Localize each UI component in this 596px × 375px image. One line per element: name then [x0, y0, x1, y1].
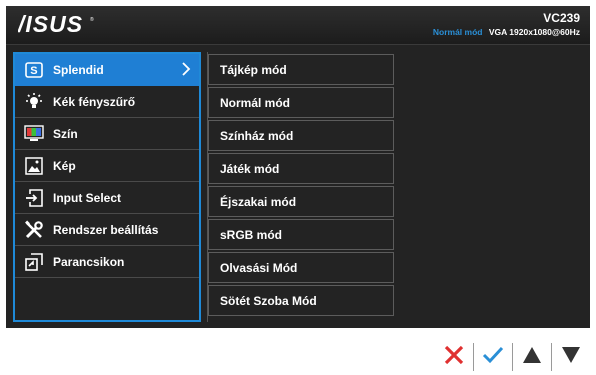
menu-item-shortcut[interactable]: Parancsikon: [15, 246, 199, 278]
menu-item-label: Input Select: [53, 190, 122, 205]
submenu-item-theater-mode[interactable]: Színház mód: [208, 120, 394, 151]
tools-icon: [23, 219, 45, 241]
shortcut-icon: [23, 251, 45, 273]
submenu-item-reading-mode[interactable]: Olvasási Mód: [208, 252, 394, 283]
submenu-item-scenery-mode[interactable]: Tájkép mód: [208, 54, 394, 85]
bulb-icon: [23, 91, 45, 113]
menu-item-blue-light-filter[interactable]: Kék fényszűrő: [15, 86, 199, 118]
menu-item-label: Parancsikon: [53, 254, 125, 269]
svg-text:/ISUS: /ISUS: [18, 12, 83, 36]
menu-item-image[interactable]: Kép: [15, 150, 199, 182]
menu-item-label: Splendid: [53, 62, 104, 77]
image-icon: [23, 155, 45, 177]
asus-logo: /ISUS ®: [18, 12, 94, 36]
submenu-item-game-mode[interactable]: Játék mód: [208, 153, 394, 184]
signal-info: VGA 1920x1080@60Hz: [488, 27, 580, 37]
up-triangle-icon: [522, 346, 542, 369]
model-name: VC239: [543, 11, 580, 25]
input-select-icon: [23, 187, 45, 209]
menu-item-label: Rendszer beállítás: [53, 222, 159, 237]
status-line: Normál mód VGA 1920x1080@60Hz: [433, 27, 580, 37]
splendid-submenu: Tájkép mód Normál mód Színház mód Játék …: [207, 52, 394, 322]
menu-item-color[interactable]: Szín: [15, 118, 199, 150]
hotkey-guide: [435, 343, 590, 371]
close-x-icon: [443, 344, 465, 371]
splendid-s-icon: S: [23, 59, 45, 81]
submenu-item-night-view-mode[interactable]: Éjszakai mód: [208, 186, 394, 217]
menu-item-label: Kék fényszűrő: [53, 94, 136, 109]
main-menu: S Splendid Kék fényszűrő Szín Kép Input …: [13, 52, 201, 322]
current-mode: Normál mód: [432, 27, 483, 37]
down-button[interactable]: [551, 343, 590, 371]
menu-item-label: Szín: [53, 126, 78, 141]
menu-item-system-setup[interactable]: Rendszer beállítás: [15, 214, 199, 246]
menu-item-label: Kép: [53, 158, 76, 173]
submenu-item-darkroom-mode[interactable]: Sötét Szoba Mód: [208, 285, 394, 316]
confirm-button[interactable]: [473, 343, 512, 371]
submenu-item-standard-mode[interactable]: Normál mód: [208, 87, 394, 118]
up-button[interactable]: [512, 343, 551, 371]
check-icon: [481, 345, 505, 370]
chevron-right-icon: [181, 61, 191, 80]
menu-item-input-select[interactable]: Input Select: [15, 182, 199, 214]
menu-item-splendid[interactable]: S Splendid: [15, 54, 199, 86]
osd-window: /ISUS ® VC239 Normál mód VGA 1920x1080@6…: [6, 6, 590, 328]
svg-text:S: S: [30, 65, 37, 77]
svg-text:®: ®: [90, 16, 94, 23]
down-triangle-icon: [561, 346, 581, 369]
close-button[interactable]: [435, 343, 473, 371]
submenu-item-srgb-mode[interactable]: sRGB mód: [208, 219, 394, 250]
osd-header: /ISUS ® VC239 Normál mód VGA 1920x1080@6…: [6, 6, 590, 45]
color-monitor-icon: [23, 123, 45, 145]
